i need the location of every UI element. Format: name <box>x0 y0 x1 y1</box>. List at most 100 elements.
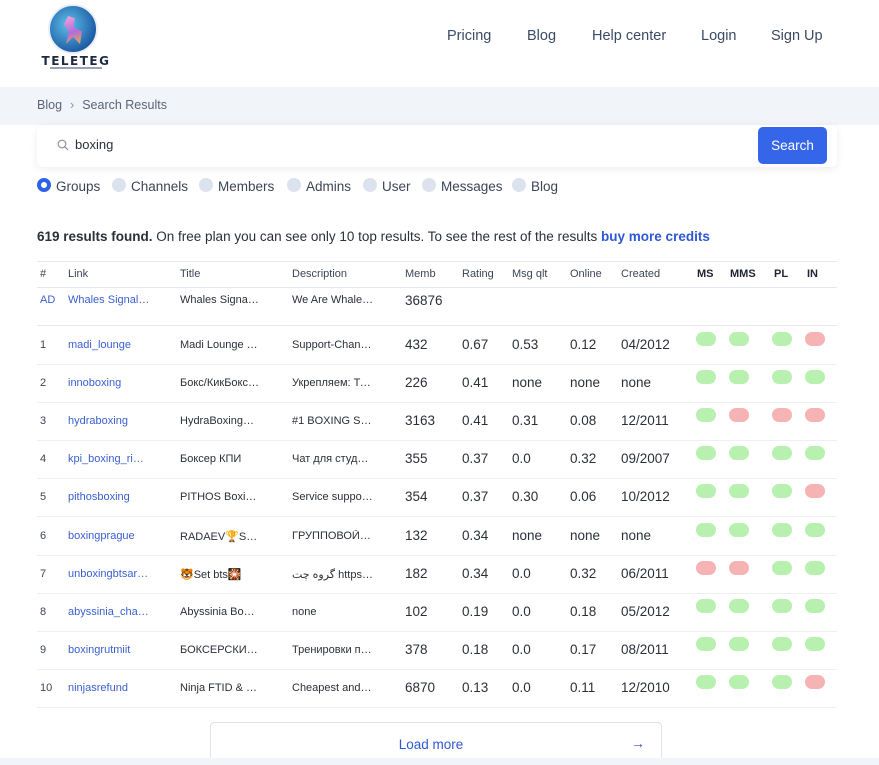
row-msg-quality: 0.53 <box>512 337 539 352</box>
indicator-pl-green <box>772 446 792 460</box>
nav-sign-up[interactable]: Sign Up <box>771 28 823 44</box>
table-row[interactable]: 1 madi_lounge Madi Lounge … Support-Chan… 43… <box>37 327 837 365</box>
indicator-pl-green <box>772 675 792 689</box>
filter-label: User <box>382 179 411 194</box>
nav-blog[interactable]: Blog <box>527 28 556 44</box>
row-rating: 0.41 <box>462 413 489 428</box>
filter-groups[interactable]: Groups <box>37 178 107 196</box>
filter-messages[interactable]: Messages <box>422 178 504 196</box>
search-button[interactable]: Search <box>758 127 827 164</box>
footer-band <box>0 758 879 765</box>
row-members: 102 <box>405 604 428 619</box>
row-created: 12/2010 <box>621 680 670 695</box>
row-title: Abyssinia Boxi… <box>180 606 260 618</box>
logo-wordmark: TELETEG <box>41 54 111 68</box>
table-row[interactable]: 3 hydraboxing HydraBoxing™… #1 BOXING S… 316… <box>37 403 837 441</box>
row-link[interactable]: madi_lounge <box>68 339 150 351</box>
nav-help-center[interactable]: Help center <box>592 28 666 44</box>
search-input[interactable] <box>75 131 735 157</box>
row-link[interactable]: boxingrutmiit <box>68 644 150 656</box>
indicator-mms-green <box>729 637 749 651</box>
indicator-mms-green <box>729 599 749 613</box>
row-rating: 0.34 <box>462 566 489 581</box>
filter-user[interactable]: User <box>363 178 418 196</box>
row-description: گروه چت https:/… <box>292 569 374 581</box>
indicator-in-red <box>805 408 825 422</box>
row-link[interactable]: abyssinia_cha… <box>68 606 150 618</box>
row-number: 5 <box>40 491 47 503</box>
indicator-in-red <box>805 332 825 346</box>
row-members: 182 <box>405 566 428 581</box>
row-rating: 0.67 <box>462 337 489 352</box>
indicator-ms-green <box>696 675 716 689</box>
row-number: AD <box>40 294 56 306</box>
row-link[interactable]: ninjasrefund <box>68 682 150 694</box>
th-ms: MS <box>697 268 714 280</box>
site-header: TELETEG Pricing Blog Help center Login S… <box>0 0 879 87</box>
row-description: Cheapest and… <box>292 682 372 694</box>
table-row[interactable]: 2 innoboxing Бокс/КикБокс… Укрепляем: Те… 22… <box>37 365 837 403</box>
table-row[interactable]: 4 kpi_boxing_ri… Боксер КПИ Чат для студен…… <box>37 441 837 479</box>
indicator-in-green <box>805 561 825 575</box>
filter-label: Blog <box>531 179 559 194</box>
row-rating: 0.41 <box>462 375 489 390</box>
row-link[interactable]: innoboxing <box>68 377 150 389</box>
th-title: Title <box>180 268 201 280</box>
indicator-ms-green <box>696 599 716 613</box>
table-row[interactable]: 9 boxingrutmiit БОКСЕРСКИ… Тренировки п… 378… <box>37 632 837 670</box>
indicator-ms-green <box>696 332 716 346</box>
teleteg-logo[interactable]: TELETEG <box>36 4 112 70</box>
row-online: 0.18 <box>570 604 597 619</box>
row-number: 4 <box>40 453 47 465</box>
table-row[interactable]: 8 abyssinia_cha… Abyssinia Boxi… none 102 0.1… <box>37 594 837 632</box>
row-link[interactable]: pithosboxing <box>68 491 150 503</box>
indicator-mms-green <box>729 370 749 384</box>
indicator-pl-green <box>772 561 792 575</box>
buy-credits-link[interactable]: buy more credits <box>601 229 710 244</box>
indicator-pl-green <box>772 523 792 537</box>
row-link[interactable]: unboxingbtsar… <box>68 568 150 580</box>
table-row[interactable]: AD Whales Signal… Whales Signal… We Are Wha… <box>37 289 837 326</box>
indicator-ms-green <box>696 446 716 460</box>
table-row[interactable]: 6 boxingprague RADAEV🏆SP… ГРУППОВОЙ… 132 0.34… <box>37 518 837 556</box>
table-row[interactable]: 10 ninjasrefund Ninja FTID & … Cheapest and… <box>37 670 837 708</box>
radio-icon <box>512 178 526 192</box>
row-online: 0.11 <box>570 680 596 695</box>
indicator-in-green <box>805 523 825 537</box>
nav-pricing[interactable]: Pricing <box>447 28 491 44</box>
row-link[interactable]: boxingprague <box>68 530 150 542</box>
row-created: 08/2011 <box>621 642 669 657</box>
indicator-ms-green <box>696 370 716 384</box>
row-number: 8 <box>40 606 47 618</box>
nav-login[interactable]: Login <box>701 28 736 44</box>
row-msg-quality: 0.30 <box>512 489 539 504</box>
table-row[interactable]: 5 pithosboxing PITHOS Boxin… Service suppo…… <box>37 479 837 517</box>
arrow-right-icon: → <box>631 735 645 751</box>
row-title: Madi Lounge … <box>180 339 258 351</box>
row-title: 🐯Set bts🎇 <box>180 569 242 581</box>
row-link[interactable]: Whales Signal… <box>68 294 150 306</box>
row-link[interactable]: hydraboxing <box>68 415 150 427</box>
row-created: 09/2007 <box>621 451 670 466</box>
indicator-ms-green <box>696 484 716 498</box>
indicator-in-green <box>805 370 825 384</box>
filter-label: Admins <box>306 179 352 194</box>
row-created: 04/2012 <box>621 337 670 352</box>
plan-notice: On free plan you can see only 10 top res… <box>152 229 602 244</box>
table-row[interactable]: 7 unboxingbtsar… 🐯Set bts🎇 گروه چت https:/…… <box>37 556 837 594</box>
row-members: 3163 <box>405 413 436 428</box>
row-rating: 0.18 <box>462 642 489 657</box>
row-number: 6 <box>40 530 47 542</box>
breadcrumb: Blog › Search Results <box>37 98 167 112</box>
filter-admins[interactable]: Admins <box>287 178 357 196</box>
filter-blog[interactable]: Blog <box>512 178 562 196</box>
row-link[interactable]: kpi_boxing_ri… <box>68 453 150 465</box>
breadcrumb-blog[interactable]: Blog <box>37 98 62 112</box>
indicator-pl-green <box>772 332 792 346</box>
th-num: # <box>40 268 47 280</box>
filter-members[interactable]: Members <box>199 178 279 196</box>
row-msg-quality: 0.0 <box>512 680 531 695</box>
row-created: 05/2012 <box>621 604 670 619</box>
indicator-in-red <box>805 484 825 498</box>
filter-channels[interactable]: Channels <box>112 178 192 196</box>
